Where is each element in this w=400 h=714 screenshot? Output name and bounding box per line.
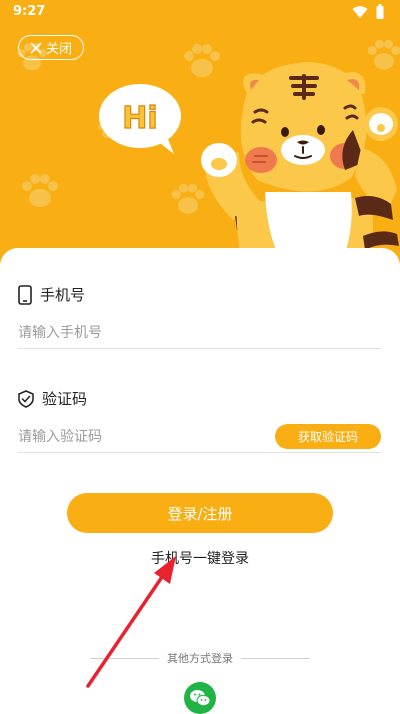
phone-input[interactable] — [18, 318, 381, 349]
one-key-login-link[interactable]: 手机号一键登录 — [0, 548, 400, 568]
close-button[interactable]: 关闭 — [18, 35, 84, 60]
wechat-login-button[interactable] — [184, 682, 216, 714]
wifi-icon — [352, 6, 368, 18]
other-login-label: 其他方式登录 — [167, 652, 233, 665]
phone-field-label: 手机号 — [18, 284, 85, 305]
paw-print-decoration — [22, 174, 58, 207]
phone-icon — [18, 284, 32, 305]
login-card: 手机号 验证码 获取验证码 登录/注册 手机号一键登录 其他方式登录 — [0, 248, 400, 714]
bubble-text: Hi — [122, 101, 157, 136]
phone-label: 手机号 — [40, 286, 86, 304]
status-time: 9:27 — [13, 4, 46, 19]
status-icons — [348, 4, 388, 20]
battery-icon — [376, 4, 384, 19]
close-icon — [30, 42, 42, 53]
speech-bubble-illustration: Hi — [99, 84, 181, 154]
close-label: 关闭 — [45, 42, 72, 57]
divider-line — [241, 657, 310, 659]
one-key-login-label: 手机号一键登录 — [151, 551, 249, 567]
get-code-button[interactable]: 获取验证码 — [275, 424, 381, 449]
login-register-button[interactable]: 登录/注册 — [67, 493, 333, 533]
divider-line — [90, 657, 159, 659]
code-field-label: 验证码 — [18, 388, 87, 409]
header-banner: 9:27 关闭 Hi — [0, 0, 400, 270]
other-login-divider: 其他方式登录 — [90, 650, 310, 666]
shield-check-icon — [18, 389, 34, 408]
code-label: 验证码 — [42, 390, 88, 408]
status-bar: 9:27 — [0, 0, 400, 24]
wechat-icon — [190, 690, 211, 707]
tiger-mascot-illustration — [201, 62, 399, 270]
